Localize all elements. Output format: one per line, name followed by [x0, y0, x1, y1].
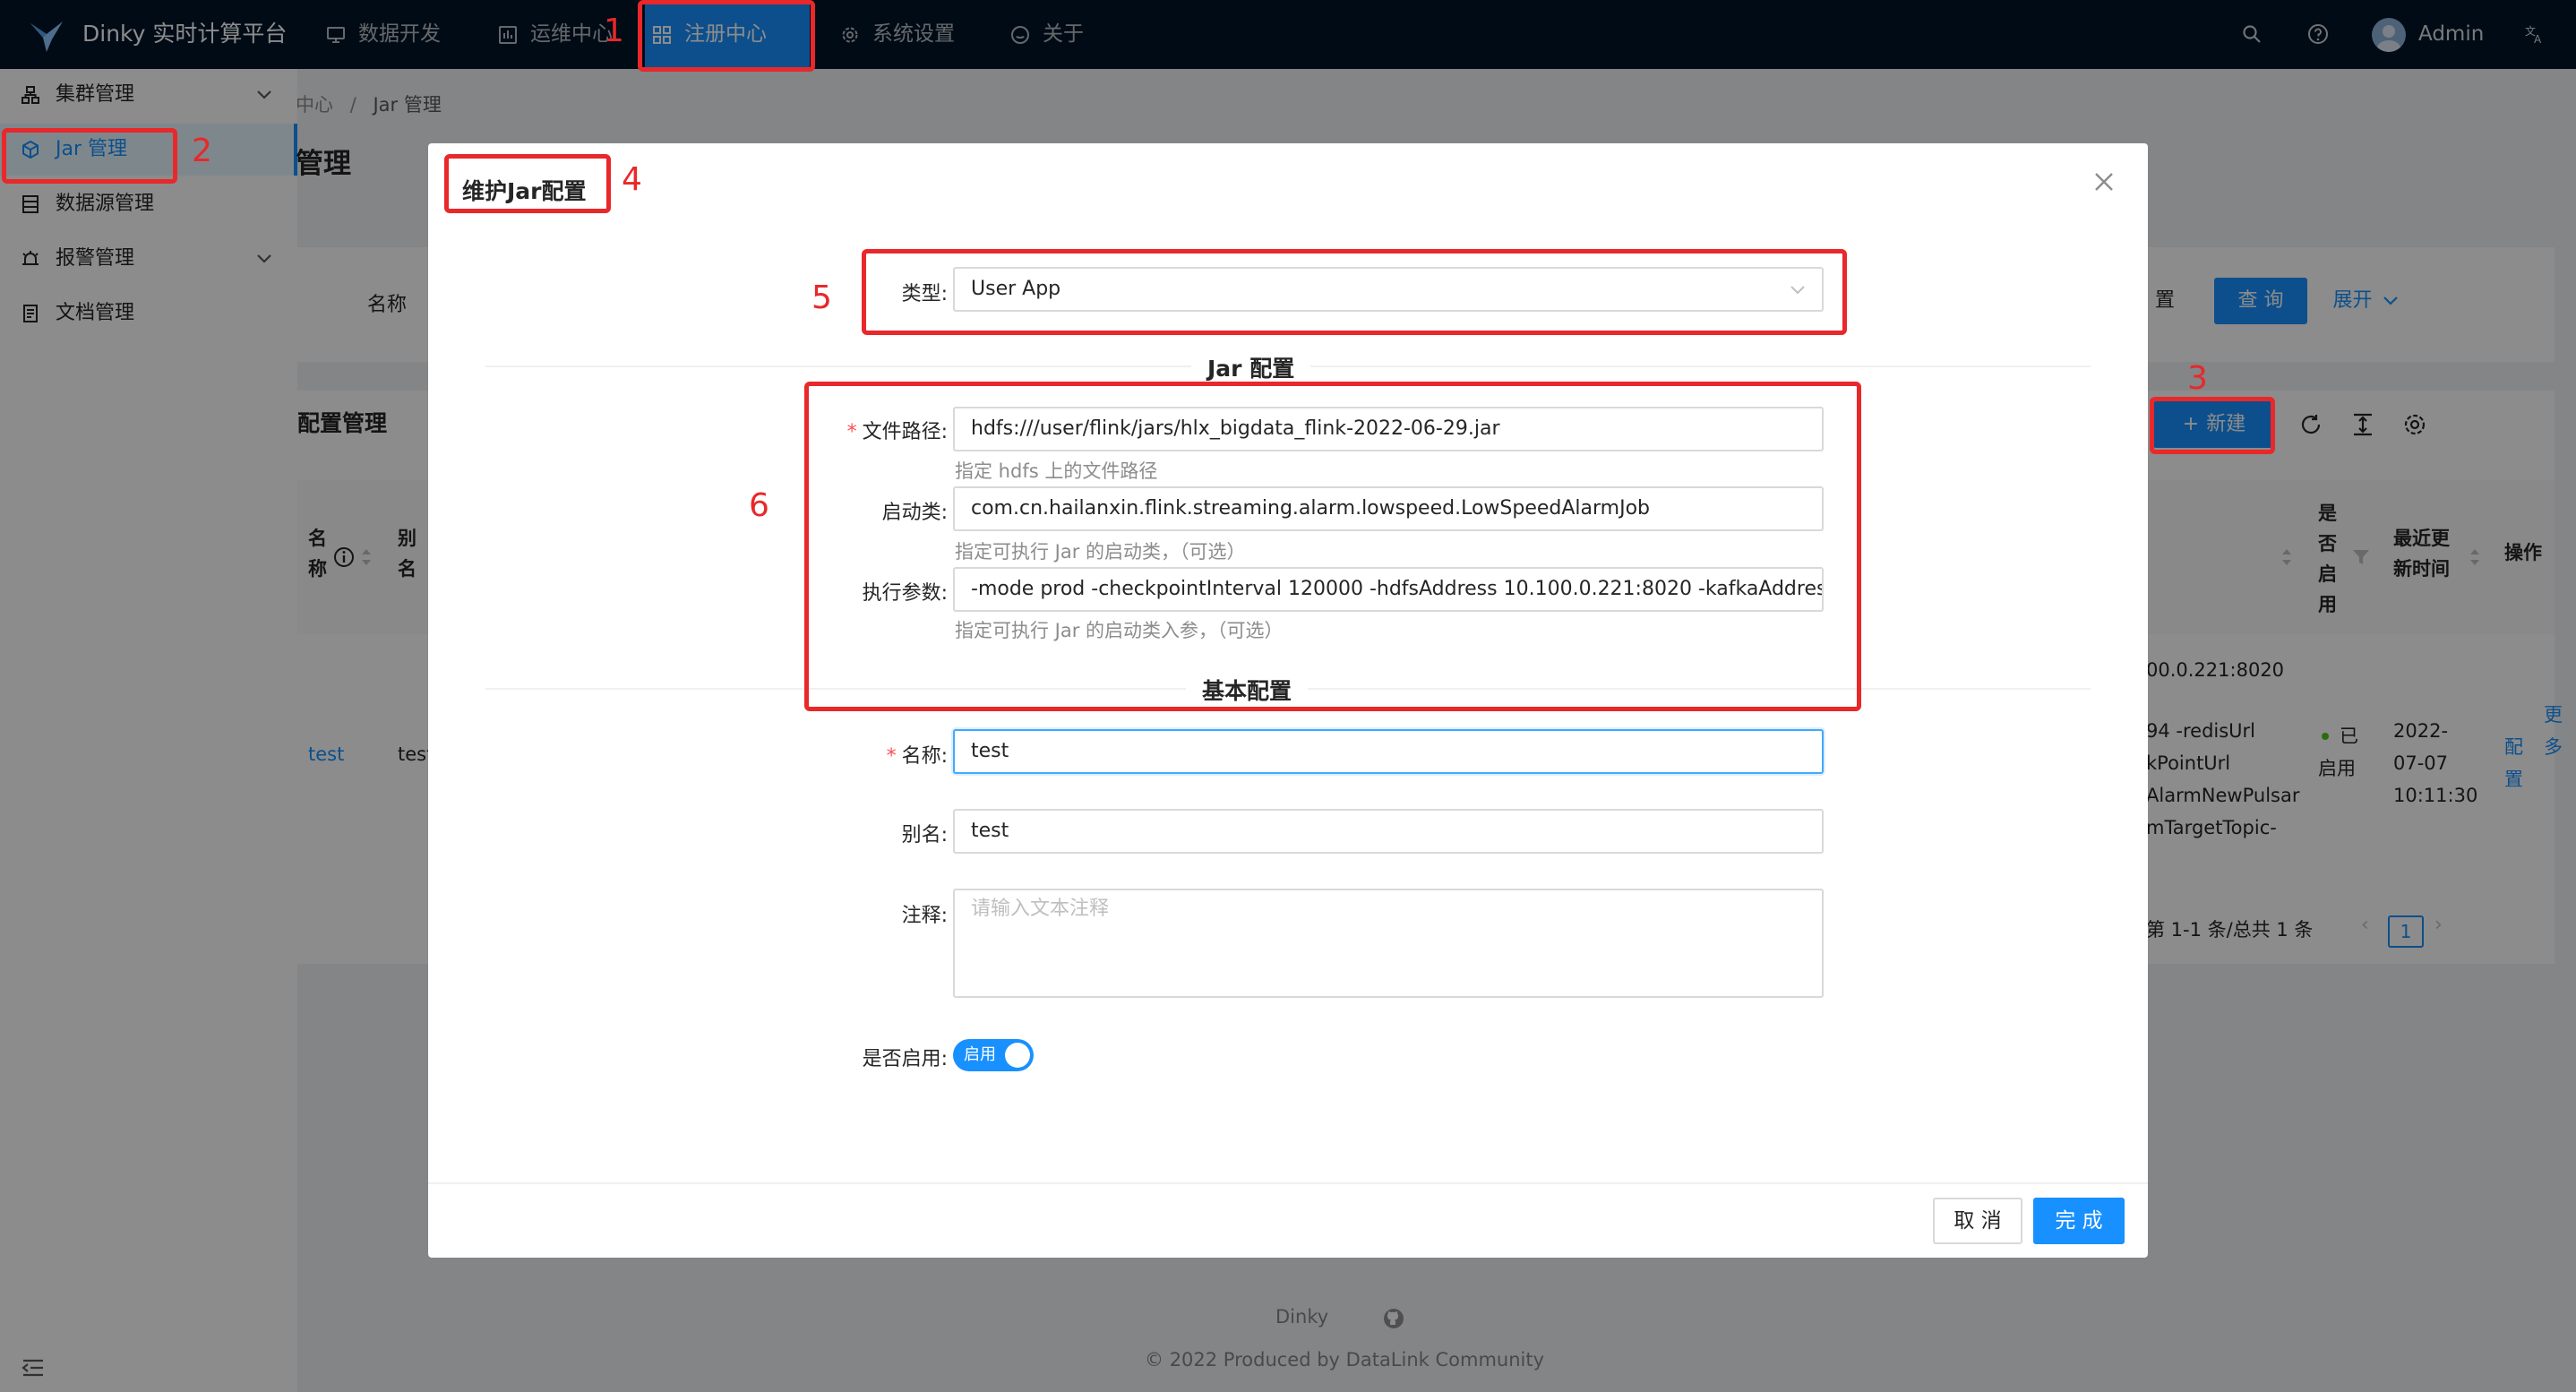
annotation-box-6 [804, 382, 1861, 711]
enabled-switch[interactable]: 启用 [953, 1039, 1034, 1071]
alias-input[interactable]: test [953, 809, 1824, 854]
name-label: * 名称: [733, 740, 948, 769]
annotation-number-1: 1 [604, 13, 624, 49]
enabled-label: 是否启用: [862, 1048, 948, 1070]
annotation-number-2: 2 [192, 133, 212, 169]
alias-label: 别名: [901, 824, 948, 846]
section-title-jar: Jar 配置 [1191, 351, 1311, 383]
required-mark: * [886, 745, 897, 768]
annotation-box-3 [2150, 397, 2275, 454]
name-label-text: 名称: [901, 745, 948, 768]
annotation-number-6: 6 [749, 487, 769, 524]
note-placeholder: 请输入文本注释 [971, 898, 1110, 920]
switch-text: 启用 [964, 1045, 996, 1064]
ok-button[interactable]: 完 成 [2033, 1198, 2125, 1244]
annotation-box-1 [638, 0, 815, 72]
note-textarea[interactable]: 请输入文本注释 [953, 889, 1824, 998]
annotation-box-5 [862, 249, 1847, 335]
name-input[interactable]: test [953, 729, 1824, 774]
close-icon[interactable] [2092, 170, 2116, 193]
annotation-box-4 [444, 154, 611, 213]
switch-knob [1005, 1043, 1030, 1068]
annotation-number-3: 3 [2187, 360, 2208, 397]
note-label: 注释: [901, 905, 948, 927]
cancel-button[interactable]: 取 消 [1933, 1198, 2022, 1244]
annotation-number-5: 5 [811, 279, 832, 316]
annotation-box-2 [2, 128, 177, 184]
annotation-number-4: 4 [622, 161, 642, 198]
modal-footer-divider [428, 1182, 2148, 1184]
